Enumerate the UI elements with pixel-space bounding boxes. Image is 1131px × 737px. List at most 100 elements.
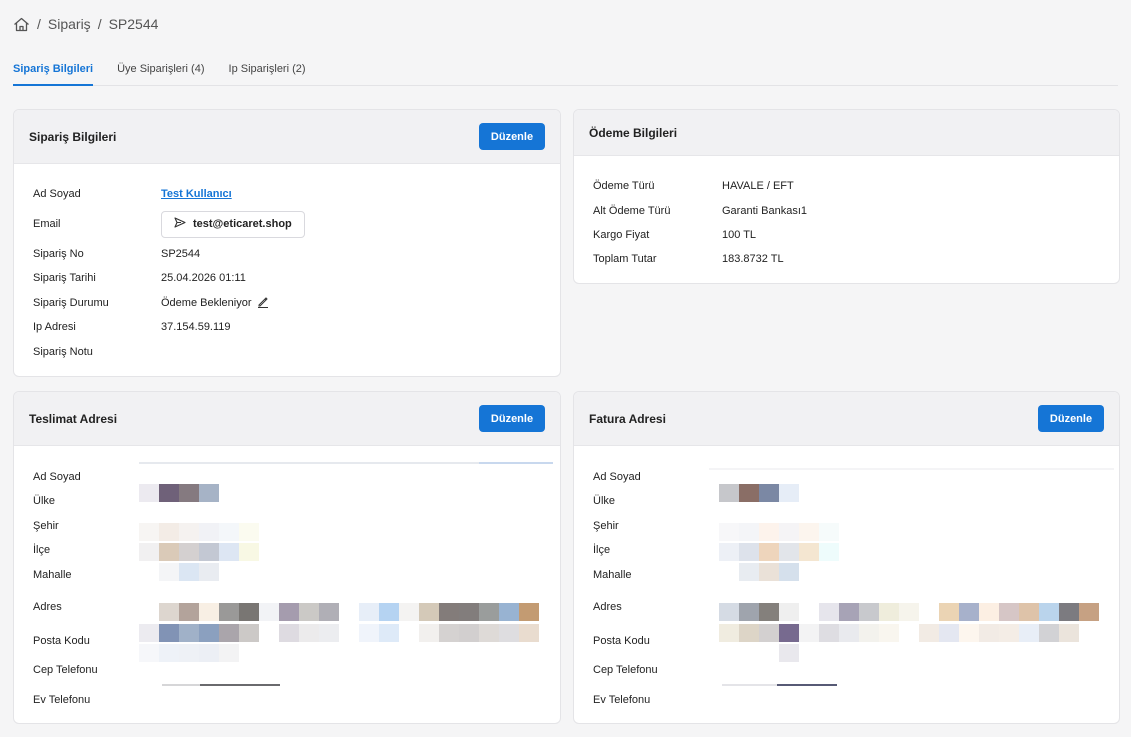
field-label: Alt Ödeme Türü xyxy=(593,205,671,217)
field-order-no: Sipariş No SP2544 xyxy=(33,246,560,262)
field-label: Email xyxy=(33,218,61,230)
addr-label-row: Ad Soyad xyxy=(593,469,1119,485)
redacted-value xyxy=(200,684,280,686)
field-label: Ev Telefonu xyxy=(33,694,91,706)
addr-label-row: Cep Telefonu xyxy=(33,662,560,678)
send-icon xyxy=(174,217,186,231)
redacted-value xyxy=(719,484,799,502)
redacted-value xyxy=(162,684,200,686)
addr-label-row: Cep Telefonu xyxy=(593,662,1119,678)
redacted-value xyxy=(479,462,553,464)
breadcrumb-separator: / xyxy=(37,16,41,32)
tab-order-info[interactable]: Sipariş Bilgileri xyxy=(13,58,94,86)
redacted-value xyxy=(139,543,259,561)
field-shipping: Kargo Fiyat 100 TL xyxy=(593,227,1119,243)
addr-label-row: İlçe xyxy=(593,542,1119,558)
field-label: Ödeme Türü xyxy=(593,180,655,192)
card-title: Fatura Adresi xyxy=(589,411,666,426)
field-label: Posta Kodu xyxy=(593,635,650,647)
payment-info-card: Ödeme Bilgileri Ödeme Türü HAVALE / EFT … xyxy=(573,109,1120,284)
redacted-value xyxy=(139,624,539,642)
addr-label-row: Ülke xyxy=(593,493,1119,509)
redacted-value xyxy=(719,543,839,561)
addr-label-row: Şehir xyxy=(593,518,1119,534)
field-label: Ip Adresi xyxy=(33,321,76,333)
field-label: Şehir xyxy=(593,520,619,532)
card-title: Sipariş Bilgileri xyxy=(29,129,117,144)
field-value: 183.8732 TL xyxy=(722,253,784,265)
breadcrumb-item-current: SP2544 xyxy=(108,16,159,32)
billing-address-card: Fatura Adresi Düzenle Ad Soyad Ülke Şehi… xyxy=(573,391,1120,724)
edit-delivery-button[interactable]: Düzenle xyxy=(479,405,545,432)
redacted-value xyxy=(139,523,259,541)
field-label: Cep Telefonu xyxy=(593,664,658,676)
field-total: Toplam Tutar 183.8732 TL xyxy=(593,251,1119,267)
status-value: Ödeme Bekleniyor xyxy=(161,296,269,311)
field-label: Adres xyxy=(33,601,62,613)
card-header: Sipariş Bilgileri Düzenle xyxy=(14,110,560,164)
redacted-value xyxy=(159,603,539,621)
email-button[interactable]: test@eticaret.shop xyxy=(161,210,305,238)
field-value: 37.154.59.119 xyxy=(161,321,231,333)
field-label: Ülke xyxy=(593,495,616,507)
card-title: Teslimat Adresi xyxy=(29,411,118,426)
field-label: Ad Soyad xyxy=(33,471,81,483)
card-title: Ödeme Bilgileri xyxy=(589,125,678,140)
delivery-address-card: Teslimat Adresi Düzenle Ad Soyad Ülke Şe… xyxy=(13,391,561,724)
field-value: 100 TL xyxy=(722,229,757,241)
field-label: Ev Telefonu xyxy=(593,694,651,706)
redacted-value xyxy=(719,603,1099,621)
field-value: HAVALE / EFT xyxy=(722,180,794,192)
card-header: Ödeme Bilgileri xyxy=(574,110,1119,156)
tab-member-orders[interactable]: Üye Siparişleri (4) xyxy=(117,58,204,86)
addr-label-row: Ev Telefonu xyxy=(33,692,560,708)
field-status: Sipariş Durumu Ödeme Bekleniyor xyxy=(33,295,560,311)
field-label: İlçe xyxy=(593,544,611,556)
field-payment-type: Ödeme Türü HAVALE / EFT xyxy=(593,178,1119,194)
pencil-icon[interactable] xyxy=(257,296,269,311)
field-label: Ad Soyad xyxy=(593,471,641,483)
tab-ip-orders[interactable]: Ip Siparişleri (2) xyxy=(229,58,306,86)
field-label: Sipariş Tarihi xyxy=(33,272,96,284)
edit-billing-button[interactable]: Düzenle xyxy=(1038,405,1104,432)
order-info-card: Sipariş Bilgileri Düzenle Ad Soyad Test … xyxy=(13,109,561,377)
redacted-value xyxy=(159,563,219,581)
field-value: Garanti Bankası1 xyxy=(722,205,807,217)
edit-order-button[interactable]: Düzenle xyxy=(479,123,545,150)
field-ip: Ip Adresi 37.154.59.119 xyxy=(33,319,560,335)
redacted-value xyxy=(779,644,799,662)
breadcrumb-item-order[interactable]: Sipariş xyxy=(48,16,91,32)
tab-bar: Sipariş Bilgileri Üye Siparişleri (4) Ip… xyxy=(13,58,1118,86)
field-label: Kargo Fiyat xyxy=(593,229,650,241)
addr-label-row: İlçe xyxy=(33,542,560,558)
field-value: SP2544 xyxy=(161,248,201,260)
redacted-value xyxy=(709,468,1114,470)
redacted-value xyxy=(739,563,799,581)
field-label: Mahalle xyxy=(33,569,72,581)
redacted-value xyxy=(719,523,839,541)
addr-label-row: Ad Soyad xyxy=(33,469,560,485)
card-header: Fatura Adresi Düzenle xyxy=(574,392,1119,446)
field-label: Toplam Tutar xyxy=(593,253,657,265)
addr-label-row: Mahalle xyxy=(593,567,1119,583)
field-label: Adres xyxy=(593,601,622,613)
redacted-value xyxy=(139,644,239,662)
addr-label-row: Ülke xyxy=(33,493,560,509)
field-payment-subtype: Alt Ödeme Türü Garanti Bankası1 xyxy=(593,203,1119,219)
field-name: Ad Soyad Test Kullanıcı xyxy=(33,186,560,202)
breadcrumb: / Sipariş / SP2544 xyxy=(13,16,158,32)
redacted-value xyxy=(719,624,1079,642)
field-label: Cep Telefonu xyxy=(33,664,98,676)
field-label: Sipariş No xyxy=(33,248,84,260)
field-email: Email test@eticaret.shop xyxy=(33,210,560,238)
field-value: 25.04.2026 01:11 xyxy=(161,272,246,284)
customer-link[interactable]: Test Kullanıcı xyxy=(161,188,232,200)
home-icon[interactable] xyxy=(13,17,30,32)
breadcrumb-separator: / xyxy=(97,16,102,32)
field-label: Sipariş Durumu xyxy=(33,297,109,309)
field-label: Mahalle xyxy=(593,569,632,581)
email-value: test@eticaret.shop xyxy=(193,218,292,230)
status-text: Ödeme Bekleniyor xyxy=(161,297,252,309)
field-label: Ad Soyad xyxy=(33,188,81,200)
addr-label-row: Mahalle xyxy=(33,567,560,583)
